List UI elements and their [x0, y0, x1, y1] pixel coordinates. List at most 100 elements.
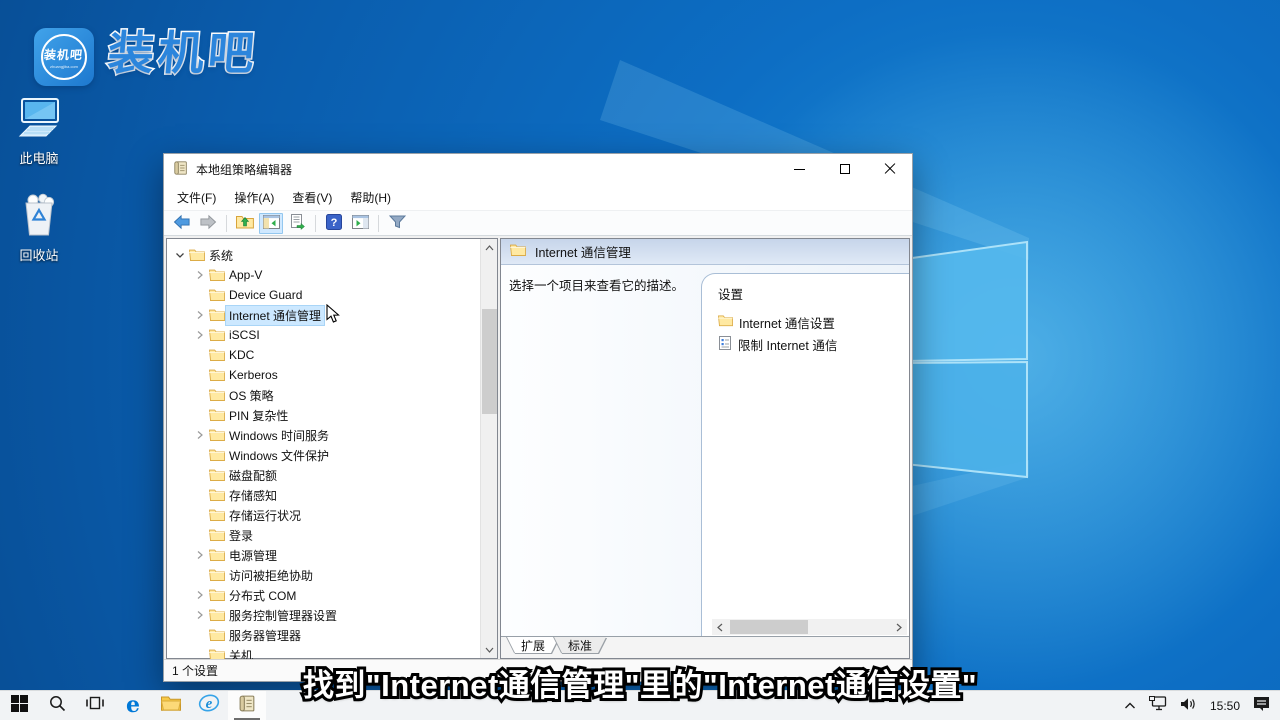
chevron-collapsed-icon[interactable] [193, 548, 207, 562]
clock[interactable]: 15:50 [1210, 699, 1240, 713]
tree-scrollbar-thumb[interactable] [482, 309, 497, 414]
settings-column-title: 设置 [718, 284, 909, 303]
tree-item[interactable]: 登录 [167, 525, 480, 545]
action-center-icon[interactable] [1253, 696, 1270, 717]
setting-item[interactable]: Internet 通信设置 [718, 311, 909, 333]
tree-item[interactable]: Device Guard [167, 285, 480, 305]
taskbar-start[interactable] [0, 691, 38, 720]
brand-badge-label: 装机吧 [44, 46, 85, 63]
details-header: Internet 通信管理 [501, 239, 909, 265]
tree-item[interactable]: iSCSI [167, 325, 480, 345]
tree-item[interactable]: 磁盘配额 [167, 465, 480, 485]
menu-item-1[interactable]: 操作(A) [225, 185, 283, 210]
chevron-collapsed-icon[interactable] [193, 268, 207, 282]
menu-item-2[interactable]: 查看(V) [283, 185, 341, 210]
desktop-icon-this-pc[interactable]: 此电脑 [8, 98, 70, 167]
tree-item[interactable]: 服务控制管理器设置 [167, 605, 480, 625]
folder-icon [209, 388, 225, 402]
folder-icon [209, 468, 225, 482]
tree-item-label: 分布式 COM [226, 586, 299, 605]
up-one-level-button[interactable] [233, 213, 257, 234]
help-button[interactable]: ? [322, 213, 346, 234]
folder-icon [209, 268, 225, 282]
tab-label: 扩展 [507, 637, 559, 653]
gpedit-window: 本地组策略编辑器 文件(F)操作(A)查看(V)帮助(H) ? 系统App-VD… [163, 153, 913, 682]
chevron-collapsed-icon[interactable] [193, 588, 207, 602]
taskbar-items: ee [0, 691, 266, 720]
close-button[interactable] [867, 154, 912, 184]
filter-button[interactable] [385, 213, 409, 234]
tree-item[interactable]: App-V [167, 265, 480, 285]
taskbar-edge[interactable]: e [114, 691, 152, 720]
wallpaper-logo-pane-bottom [905, 362, 1027, 477]
show-console-tree-button[interactable] [259, 213, 283, 234]
chevron-collapsed-icon[interactable] [193, 308, 207, 322]
tree-item-label: 服务器管理器 [226, 626, 304, 645]
minimize-button[interactable] [777, 154, 822, 184]
tree-spacer [193, 488, 207, 502]
forward-button[interactable] [196, 213, 220, 234]
scroll-down-icon[interactable] [481, 641, 498, 658]
tree-item[interactable]: Windows 文件保护 [167, 445, 480, 465]
maximize-button[interactable] [822, 154, 867, 184]
desktop-icons: 此电脑回收站 [8, 98, 70, 290]
tree-item[interactable]: 分布式 COM [167, 585, 480, 605]
scroll-right-icon[interactable] [891, 619, 907, 635]
window-titlebar[interactable]: 本地组策略编辑器 [164, 154, 912, 184]
tree-item[interactable]: Kerberos [167, 365, 480, 385]
taskbar-gpedit[interactable] [228, 691, 266, 720]
tree-item[interactable]: PIN 复杂性 [167, 405, 480, 425]
tree-item[interactable]: 存储感知 [167, 485, 480, 505]
details-pane: Internet 通信管理 选择一个项目来查看它的描述。 设置 Internet… [500, 238, 910, 659]
horizontal-scrollbar[interactable] [712, 619, 907, 635]
tree-item[interactable]: 系统 [167, 245, 480, 265]
tree-item[interactable]: OS 策略 [167, 385, 480, 405]
tree-vertical-scrollbar[interactable] [480, 239, 497, 658]
chevron-expanded-icon[interactable] [173, 248, 187, 262]
settings-list: Internet 通信设置限制 Internet 通信 [718, 311, 909, 355]
edge-icon: e [126, 694, 140, 717]
tree-item[interactable]: 电源管理 [167, 545, 480, 565]
volume-icon[interactable] [1180, 697, 1197, 716]
menu-item-3[interactable]: 帮助(H) [341, 185, 400, 210]
gpedit-scroll-icon [173, 160, 189, 179]
folder-icon [209, 528, 225, 542]
menu-item-0[interactable]: 文件(F) [168, 185, 225, 210]
setting-item[interactable]: 限制 Internet 通信 [718, 333, 909, 355]
hscrollbar-thumb[interactable] [730, 620, 808, 634]
folder-icon [209, 408, 225, 422]
tree-item-label: OS 策略 [226, 386, 277, 405]
taskbar-search[interactable] [38, 691, 76, 720]
taskbar-file-explorer[interactable] [152, 691, 190, 720]
tray-chevron-up-icon[interactable] [1124, 697, 1136, 715]
scroll-left-icon[interactable] [712, 619, 728, 635]
folder-icon [209, 348, 225, 362]
scroll-up-icon[interactable] [481, 239, 498, 256]
help-icon: ? [326, 214, 342, 233]
svg-text:e: e [206, 696, 213, 712]
export-list-button[interactable] [285, 213, 309, 234]
tree-item-label: 系统 [206, 246, 236, 265]
tree-item[interactable]: Internet 通信管理 [167, 305, 480, 325]
chevron-collapsed-icon[interactable] [193, 428, 207, 442]
tree-item[interactable]: 存储运行状况 [167, 505, 480, 525]
taskbar-internet-explorer[interactable]: e [190, 691, 228, 720]
brand-badge-domain: zhuangjiba.com [50, 64, 78, 69]
taskbar-task-view[interactable] [76, 691, 114, 720]
desktop-icon-recycle-bin[interactable]: 回收站 [8, 193, 70, 264]
tab-standard[interactable]: 标准 [554, 637, 606, 656]
tab-label: 标准 [554, 637, 606, 653]
chevron-collapsed-icon[interactable] [193, 608, 207, 622]
desktop-icon-label: 回收站 [19, 245, 58, 264]
show-action-pane-button[interactable] [348, 213, 372, 234]
network-icon[interactable] [1149, 696, 1167, 716]
tree-item[interactable]: Windows 时间服务 [167, 425, 480, 445]
tree-item[interactable]: 服务器管理器 [167, 625, 480, 645]
this-pc-icon [16, 98, 62, 145]
tab-extended[interactable]: 扩展 [507, 637, 559, 656]
back-button[interactable] [170, 213, 194, 234]
tree-item[interactable]: 访问被拒绝协助 [167, 565, 480, 585]
tree-item[interactable]: KDC [167, 345, 480, 365]
gpedit-icon [238, 694, 257, 718]
chevron-collapsed-icon[interactable] [193, 328, 207, 342]
